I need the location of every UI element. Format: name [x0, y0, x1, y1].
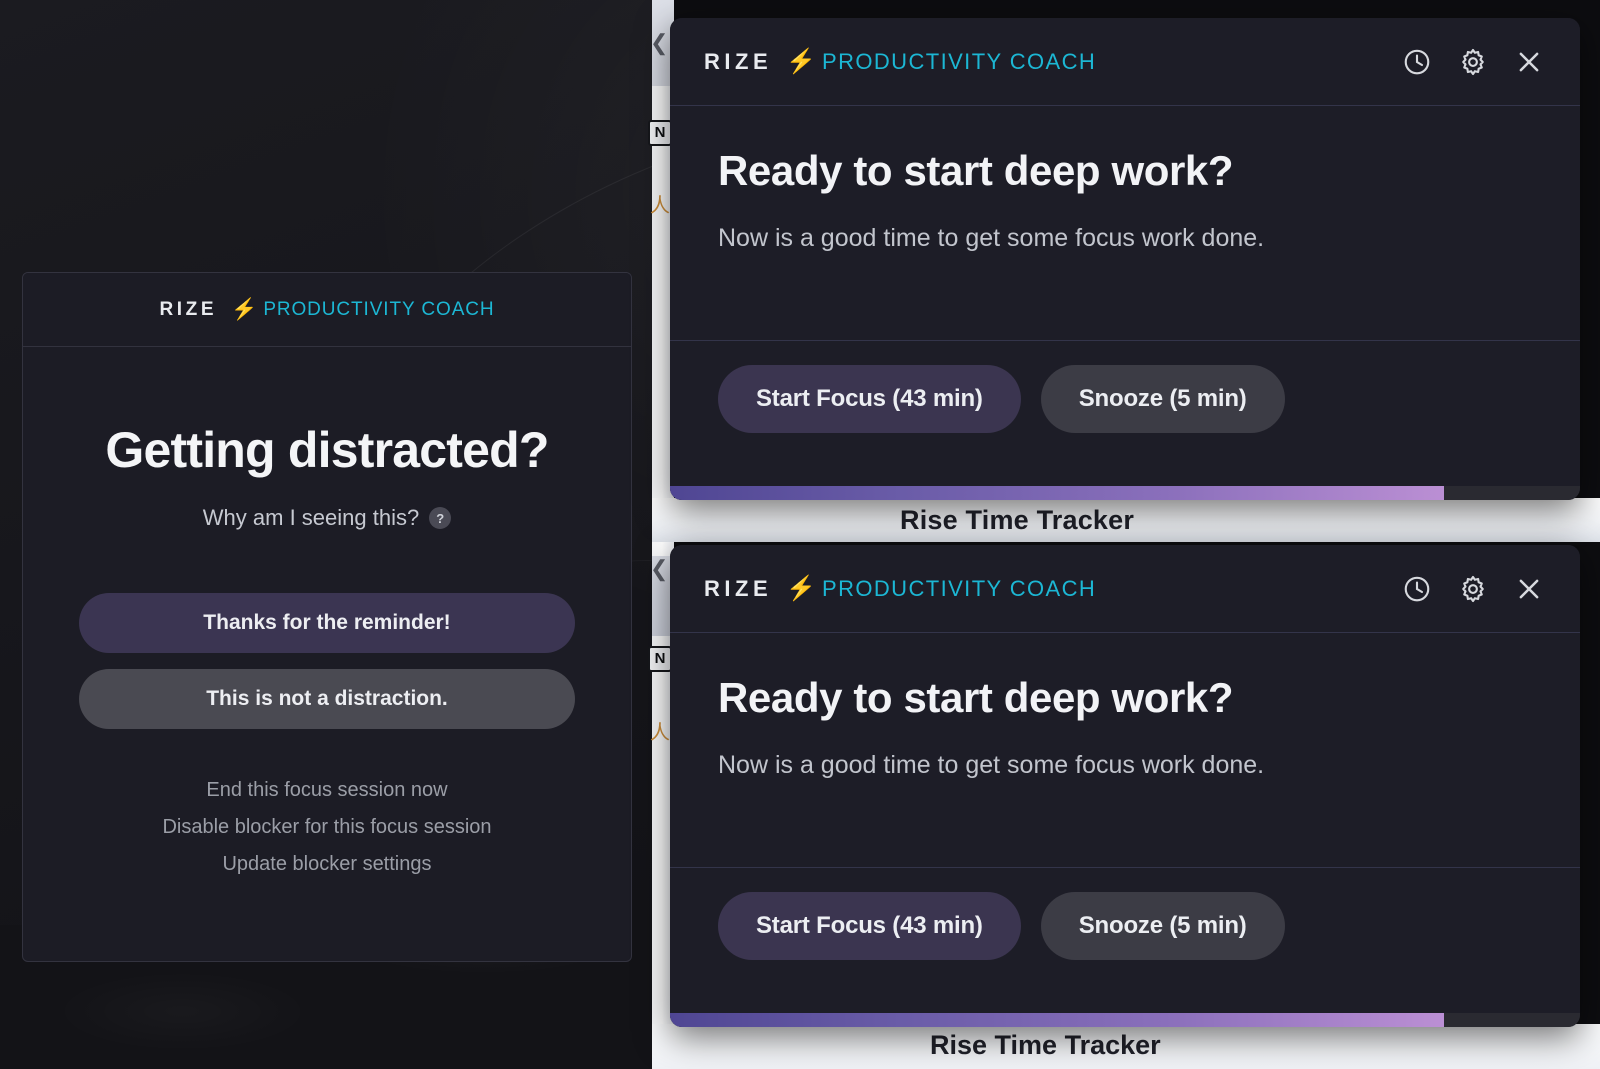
brand-tagline: PRODUCTIVITY COACH: [822, 575, 1097, 601]
distraction-dialog-body: Getting distracted? Why am I seeing this…: [23, 347, 631, 876]
brand: RIZE ⚡ PRODUCTIVITY COACH: [704, 49, 1096, 75]
background-person-glyph-icon: 人: [650, 195, 670, 217]
background-obscured-heading-lower: Rise Time Tracker: [930, 1030, 1161, 1060]
snooze-button[interactable]: Snooze (5 min): [1040, 892, 1285, 960]
screen-root: Rise Time Tracker Rise Time Tracker ❮ ❮ …: [0, 0, 1600, 1069]
start-focus-button[interactable]: Start Focus (43 min): [718, 365, 1021, 433]
brand-name: RIZE: [159, 298, 218, 320]
deep-work-panel-top-header: RIZE ⚡ PRODUCTIVITY COACH: [670, 18, 1580, 106]
why-am-i-seeing-this-label: Why am I seeing this?: [202, 505, 420, 530]
bolt-icon: ⚡: [786, 47, 817, 75]
deep-work-subtitle: Now is a good time to get some focus wor…: [718, 224, 1265, 253]
deep-work-panel-bottom-header: RIZE ⚡ PRODUCTIVITY COACH: [670, 545, 1580, 633]
brand-tagline-group: ⚡ PRODUCTIVITY COACH: [231, 299, 494, 321]
deep-work-panel-top: RIZE ⚡ PRODUCTIVITY COACH Ready to start…: [670, 18, 1580, 500]
chevron-left-icon[interactable]: ❮: [650, 30, 668, 56]
close-icon[interactable]: [1512, 45, 1546, 79]
deep-work-actions-bottom: Start Focus (43 min) Snooze (5 min): [670, 867, 1580, 960]
disable-blocker-link[interactable]: Disable blocker for this focus session: [162, 816, 491, 839]
deep-work-panel-bottom: RIZE ⚡ PRODUCTIVITY COACH Ready to start…: [670, 545, 1580, 1027]
header-actions: [1400, 45, 1546, 79]
background-obscured-heading: Rise Time Tracker: [900, 505, 1135, 535]
update-blocker-settings-link[interactable]: Update blocker settings: [222, 853, 431, 876]
focus-progress-fill: [670, 1013, 1444, 1027]
distraction-links: End this focus session now Disable block…: [73, 779, 581, 876]
distraction-dialog: RIZE ⚡ PRODUCTIVITY COACH Getting distra…: [22, 272, 632, 962]
header-actions: [1400, 572, 1546, 606]
gear-icon[interactable]: [1456, 572, 1490, 606]
brand-name: RIZE: [704, 575, 773, 601]
deep-work-panel-bottom-body: Ready to start deep work? Now is a good …: [670, 633, 1580, 867]
end-focus-session-link[interactable]: End this focus session now: [206, 779, 447, 802]
bolt-icon: ⚡: [786, 574, 817, 602]
brand-tagline-group: ⚡ PRODUCTIVITY COACH: [786, 49, 1096, 75]
close-icon[interactable]: [1512, 572, 1546, 606]
deep-work-title: Ready to start deep work?: [718, 674, 1234, 721]
brand: RIZE ⚡ PRODUCTIVITY COACH: [159, 299, 494, 321]
distraction-actions: Thanks for the reminder! This is not a d…: [73, 593, 581, 729]
distraction-title: Getting distracted?: [105, 422, 549, 478]
why-am-i-seeing-this-row: Why am I seeing this? ?: [73, 505, 581, 531]
bolt-icon: ⚡: [231, 298, 258, 321]
thanks-for-the-reminder-button[interactable]: Thanks for the reminder!: [79, 593, 575, 653]
focus-progress-fill: [670, 486, 1444, 500]
deep-work-actions-top: Start Focus (43 min) Snooze (5 min): [670, 340, 1580, 433]
brand: RIZE ⚡ PRODUCTIVITY COACH: [704, 576, 1096, 602]
deep-work-subtitle: Now is a good time to get some focus wor…: [718, 751, 1265, 780]
background-person-glyph-icon-lower: 人: [650, 722, 670, 744]
clock-icon[interactable]: [1400, 45, 1434, 79]
snooze-button[interactable]: Snooze (5 min): [1040, 365, 1285, 433]
brand-tagline: PRODUCTIVITY COACH: [822, 48, 1097, 74]
start-focus-button[interactable]: Start Focus (43 min): [718, 892, 1021, 960]
deep-work-panel-top-body: Ready to start deep work? Now is a good …: [670, 106, 1580, 340]
help-icon[interactable]: ?: [429, 507, 452, 529]
chevron-left-icon-lower[interactable]: ❮: [650, 556, 668, 582]
deep-work-title: Ready to start deep work?: [718, 147, 1234, 194]
background-app-tile-icon: N: [648, 120, 672, 146]
gear-icon[interactable]: [1456, 45, 1490, 79]
background-app-tile-icon-lower: N: [648, 646, 672, 672]
not-a-distraction-button[interactable]: This is not a distraction.: [79, 669, 575, 729]
clock-icon[interactable]: [1400, 572, 1434, 606]
brand-tagline: PRODUCTIVITY COACH: [263, 298, 495, 320]
brand-name: RIZE: [704, 48, 773, 74]
focus-progress-bar: [670, 1013, 1580, 1027]
brand-tagline-group: ⚡ PRODUCTIVITY COACH: [786, 576, 1096, 602]
focus-progress-bar: [670, 486, 1580, 500]
distraction-dialog-header: RIZE ⚡ PRODUCTIVITY COACH: [23, 273, 631, 347]
